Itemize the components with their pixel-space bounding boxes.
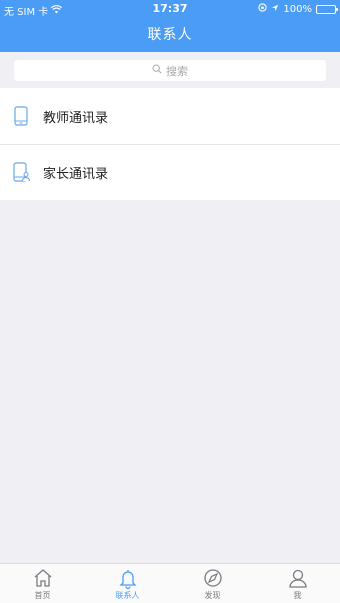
tab-discover[interactable]: 发现 bbox=[170, 564, 255, 603]
battery-icon bbox=[316, 4, 338, 14]
search-section: 搜索 bbox=[0, 52, 340, 88]
phone-person-icon bbox=[13, 161, 31, 183]
tab-label: 首页 bbox=[34, 591, 51, 600]
home-icon bbox=[32, 567, 54, 589]
tab-bar: 首页 联系人 发现 我 bbox=[0, 563, 340, 603]
list-item-label: 家长通讯录 bbox=[43, 166, 109, 182]
search-icon bbox=[152, 64, 162, 77]
list-item-label: 教师通讯录 bbox=[43, 110, 109, 126]
status-right: 100% bbox=[258, 3, 338, 15]
tab-label: 联系人 bbox=[115, 591, 140, 600]
list-item-teacher-contacts[interactable]: 教师通讯录 bbox=[0, 88, 340, 144]
top-header: 无 SIM 卡 17:37 100% 联系人 bbox=[0, 0, 340, 52]
search-placeholder: 搜索 bbox=[166, 64, 188, 78]
tab-label: 发现 bbox=[204, 591, 221, 600]
status-bar: 无 SIM 卡 17:37 100% bbox=[0, 0, 340, 18]
search-input[interactable]: 搜索 bbox=[14, 60, 326, 81]
phone-icon bbox=[13, 105, 31, 127]
page-title: 联系人 bbox=[147, 27, 193, 43]
battery-percent: 100% bbox=[283, 3, 312, 15]
bell-icon bbox=[117, 567, 139, 590]
lock-rotation-icon bbox=[258, 3, 268, 15]
tab-home[interactable]: 首页 bbox=[0, 564, 85, 603]
compass-icon bbox=[202, 567, 224, 589]
tab-label: 我 bbox=[293, 591, 302, 600]
contact-list: 教师通讯录 家长通讯录 bbox=[0, 88, 340, 200]
user-icon bbox=[287, 567, 309, 589]
tab-me[interactable]: 我 bbox=[255, 564, 340, 603]
tab-contacts[interactable]: 联系人 bbox=[85, 564, 170, 603]
list-item-parent-contacts[interactable]: 家长通讯录 bbox=[0, 144, 340, 200]
location-icon bbox=[271, 4, 279, 15]
